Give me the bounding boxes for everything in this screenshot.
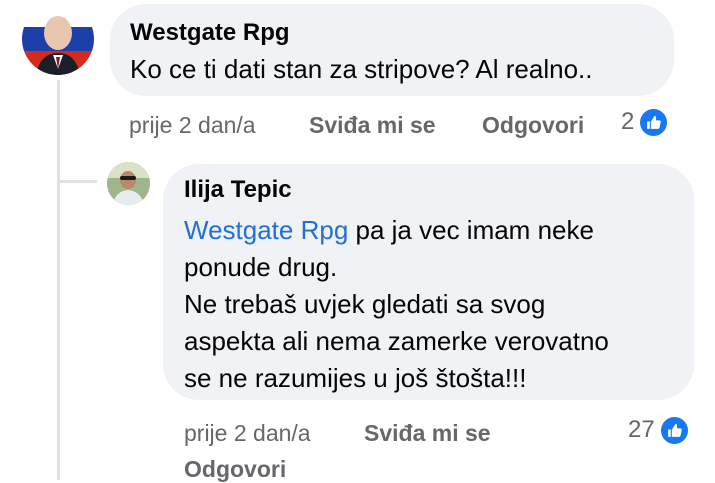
commenter-avatar[interactable] <box>22 3 94 75</box>
reply-author[interactable]: Ilija Tepic <box>184 176 674 204</box>
comment-bubble: Westgate Rpg Ko ce ti dati stan za strip… <box>110 4 674 96</box>
comment-author[interactable]: Westgate Rpg <box>130 19 654 47</box>
reply-button[interactable]: Odgovori <box>482 112 584 139</box>
thread-line-vertical <box>57 80 60 480</box>
avatar-portrait-icon <box>22 3 94 75</box>
reply-like-button[interactable]: Sviđa mi se <box>364 420 491 447</box>
reaction-count[interactable]: 2 <box>621 108 668 136</box>
comment-time[interactable]: prije 2 dan/a <box>129 112 256 139</box>
reply-line-2: ponude drug. <box>184 252 338 282</box>
reply-reaction-count-value: 27 <box>628 416 655 443</box>
reply-text: Westgate Rpg pa ja vec imam neke ponude … <box>184 212 674 397</box>
thumbs-up-icon <box>660 416 688 444</box>
like-button[interactable]: Sviđa mi se <box>309 112 436 139</box>
reply-line-3: Ne trebaš uvjek gledati sa svog <box>184 289 546 319</box>
reply-line-1: Westgate Rpg pa ja vec imam neke <box>184 212 674 249</box>
thread-line-branch <box>57 180 97 183</box>
reply-reply-button[interactable]: Odgovori <box>184 456 286 483</box>
reply-bubble: Ilija Tepic Westgate Rpg pa ja vec imam … <box>163 164 694 400</box>
comment-text: Ko ce ti dati stan za stripove? Al realn… <box>130 54 593 84</box>
thumbs-up-icon <box>640 108 668 136</box>
avatar-photo-icon <box>107 162 150 205</box>
reply-reaction-count[interactable]: 27 <box>628 416 688 444</box>
mention-link[interactable]: Westgate Rpg <box>184 215 348 245</box>
reply-line-4: aspekta ali nema zamerke verovatno <box>184 326 609 356</box>
reply-line-5: se ne razumijes u još štošta!!! <box>184 363 527 393</box>
reply-avatar[interactable] <box>107 162 150 205</box>
reaction-count-value: 2 <box>621 108 635 135</box>
reply-line-1-text: pa ja vec imam neke <box>348 215 594 245</box>
reply-time[interactable]: prije 2 dan/a <box>184 420 311 447</box>
